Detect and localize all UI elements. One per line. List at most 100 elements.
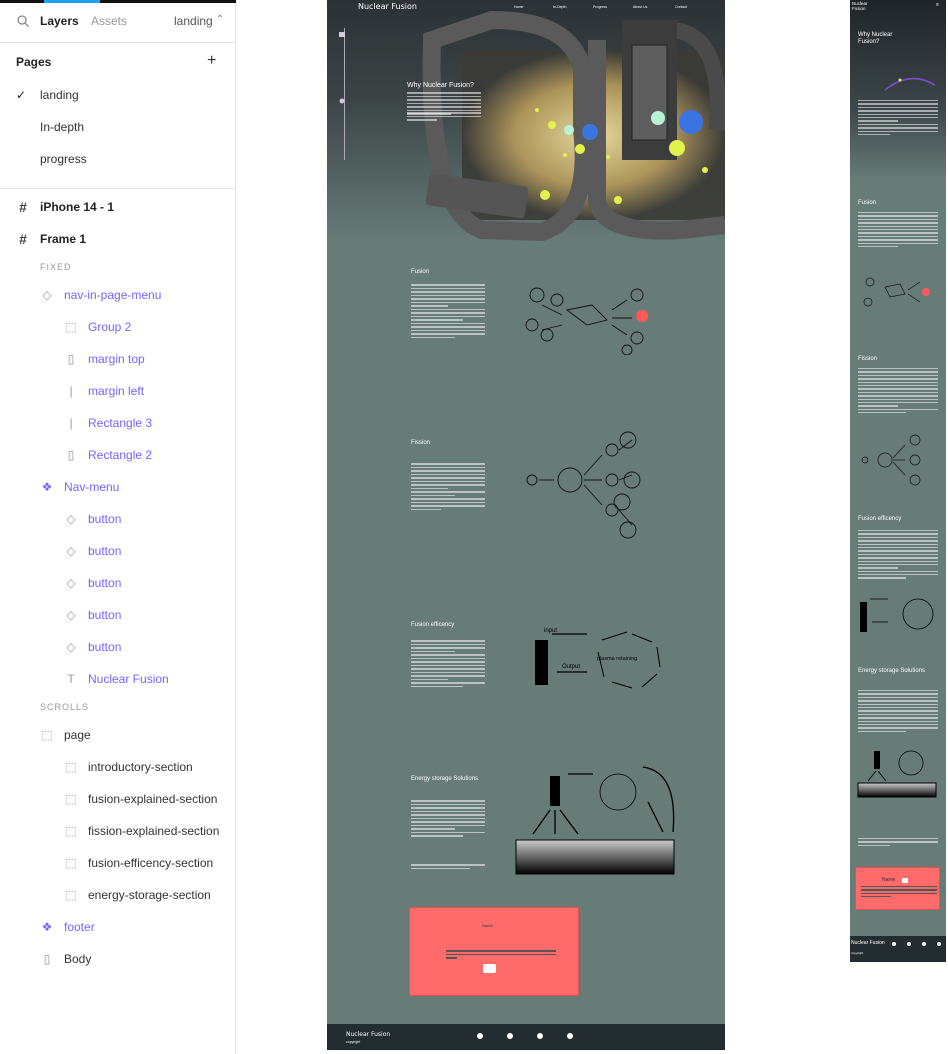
nav-about[interactable]: About Us bbox=[633, 5, 647, 9]
layer-button[interactable]: ◇ button bbox=[64, 639, 230, 659]
layer-introductory-section[interactable]: ⬚ introductory-section bbox=[64, 759, 230, 779]
group-icon: ⬚ bbox=[65, 856, 77, 870]
instagram-icon[interactable] bbox=[907, 942, 911, 946]
rectangle-icon: ▯ bbox=[67, 352, 75, 366]
layer-label: button bbox=[88, 576, 122, 590]
facebook-icon[interactable] bbox=[477, 1033, 483, 1039]
tab-layers[interactable]: Layers bbox=[40, 14, 79, 28]
component-instance-icon: ◇ bbox=[66, 608, 76, 622]
mobile-card-text bbox=[861, 886, 937, 898]
layer-rectangle-2[interactable]: ▯ Rectangle 2 bbox=[64, 447, 230, 467]
page-item-progress[interactable]: progress bbox=[40, 152, 87, 166]
mobile-frame[interactable]: Nuclear Fusion ≡ Why Nuclear Fusion? Fus… bbox=[850, 0, 946, 962]
layer-label: nav-in-page-menu bbox=[64, 288, 162, 302]
footer: Nuclear Fusion copyright bbox=[327, 1024, 725, 1050]
fusion-efficency-title: Fusion efficency bbox=[411, 622, 455, 628]
nav-contact[interactable]: Contact bbox=[675, 5, 687, 9]
instagram-icon[interactable] bbox=[507, 1033, 513, 1039]
play-button-icon[interactable] bbox=[483, 964, 496, 973]
youtube-icon[interactable] bbox=[937, 942, 941, 946]
component-instance-icon: ◇ bbox=[66, 544, 76, 558]
menu-icon[interactable] bbox=[339, 32, 345, 38]
layer-button[interactable]: ◇ button bbox=[64, 511, 230, 531]
layer-label: fusion-efficency-section bbox=[88, 856, 214, 870]
mobile-fission-title: Fission bbox=[858, 356, 878, 362]
line-icon: | bbox=[69, 416, 73, 430]
layer-button[interactable]: ◇ button bbox=[64, 543, 230, 563]
layer-energy-storage-section[interactable]: ⬚ energy-storage-section bbox=[64, 887, 230, 907]
pages-title: Pages bbox=[16, 55, 52, 69]
rectangle-icon: ▯ bbox=[67, 448, 75, 462]
layer-button[interactable]: ◇ button bbox=[64, 607, 230, 627]
tab-assets[interactable]: Assets bbox=[91, 14, 127, 28]
layer-label: button bbox=[88, 512, 122, 526]
layer-nuclear-fusion-text[interactable]: T Nuclear Fusion bbox=[64, 671, 230, 691]
layer-page[interactable]: ⬚ page bbox=[40, 727, 230, 747]
layer-label: Body bbox=[64, 952, 92, 966]
layer-iphone-frame[interactable]: # iPhone 14 - 1 bbox=[16, 199, 226, 219]
component-instance-icon: ◇ bbox=[66, 640, 76, 654]
layer-group-2[interactable]: ⬚ Group 2 bbox=[64, 319, 230, 339]
layer-nav-in-page-menu[interactable]: ◇ nav-in-page-menu bbox=[40, 287, 230, 307]
layer-label: Rectangle 3 bbox=[88, 416, 153, 430]
layer-nav-menu[interactable]: ❖ Nav-menu bbox=[40, 479, 230, 499]
fixed-header: FIXED bbox=[40, 262, 72, 272]
twitter-icon[interactable] bbox=[537, 1033, 543, 1039]
component-instance-icon: ◇ bbox=[66, 512, 76, 526]
search-icon[interactable] bbox=[16, 14, 30, 28]
layer-rectangle-3[interactable]: | Rectangle 3 bbox=[64, 415, 230, 435]
layer-footer[interactable]: ❖ footer bbox=[40, 919, 230, 939]
card-text bbox=[446, 950, 556, 959]
layer-body[interactable]: ▯ Body bbox=[40, 951, 230, 971]
mobile-footer-copyright: copyright bbox=[851, 951, 864, 955]
footer-brand[interactable]: Nuclear Fusion bbox=[346, 1031, 390, 1038]
add-page-icon[interactable]: + bbox=[207, 52, 216, 70]
line-icon: | bbox=[69, 384, 73, 398]
mobile-fusion-diagram bbox=[863, 277, 930, 307]
in-page-menu[interactable] bbox=[337, 28, 345, 160]
component-icon: ❖ bbox=[41, 920, 53, 934]
card-title: Name bbox=[482, 923, 493, 928]
twitter-icon[interactable] bbox=[922, 942, 926, 946]
layer-label: energy-storage-section bbox=[88, 888, 211, 902]
play-button-icon[interactable] bbox=[902, 878, 908, 883]
mobile-contact-card: Name bbox=[855, 867, 940, 910]
layer-label: margin left bbox=[88, 384, 145, 398]
chevron-up-icon[interactable]: ⌃ bbox=[216, 14, 224, 25]
layer-margin-top[interactable]: ▯ margin top bbox=[64, 351, 230, 371]
layer-label: Frame 1 bbox=[40, 232, 87, 246]
mobile-footer-brand[interactable]: Nuclear Fusion bbox=[851, 940, 885, 946]
hamburger-icon[interactable]: ≡ bbox=[936, 2, 939, 8]
frame-icon: # bbox=[19, 199, 27, 215]
contact-card: Name bbox=[409, 907, 579, 996]
output-label: Output bbox=[562, 664, 580, 670]
layer-fusion-explained-section[interactable]: ⬚ fusion-explained-section bbox=[64, 791, 230, 811]
facebook-icon[interactable] bbox=[892, 942, 896, 946]
page-item-landing[interactable]: landing bbox=[40, 88, 79, 102]
layer-button[interactable]: ◇ button bbox=[64, 575, 230, 595]
layers-panel: Layers Assets landing ⌃ Pages + ✓ landin… bbox=[0, 0, 236, 1054]
reactor-illustration bbox=[422, 10, 725, 242]
fission-diagram bbox=[526, 431, 641, 539]
panel-tabs: Layers Assets landing ⌃ bbox=[0, 10, 236, 34]
energy-storage-title: Energy storage Solutions bbox=[411, 776, 479, 782]
layer-fusion-efficency-section[interactable]: ⬚ fusion-efficency-section bbox=[64, 855, 230, 875]
layer-fission-explained-section[interactable]: ⬚ fission-explained-section bbox=[64, 823, 230, 843]
gear-icon[interactable] bbox=[339, 98, 345, 104]
page-item-in-depth[interactable]: In-depth bbox=[40, 120, 84, 134]
nav-progress[interactable]: Progress bbox=[593, 5, 607, 9]
layer-label: iPhone 14 - 1 bbox=[40, 200, 115, 214]
mobile-footer: Nuclear Fusion copyright bbox=[850, 936, 946, 962]
nav-in-depth[interactable]: In-Depth bbox=[553, 5, 566, 9]
desktop-frame[interactable]: Nuclear Fusion Home In-Depth Progress Ab… bbox=[327, 0, 725, 1050]
layer-label: fission-explained-section bbox=[88, 824, 220, 838]
brand-logo[interactable]: Nuclear Fusion bbox=[358, 2, 417, 11]
youtube-icon[interactable] bbox=[567, 1033, 573, 1039]
layer-margin-left[interactable]: | margin left bbox=[64, 383, 230, 403]
plasma-label: plasma retaining bbox=[597, 656, 637, 662]
mobile-brand[interactable]: Nuclear Fusion bbox=[852, 1, 882, 11]
nav-home[interactable]: Home bbox=[514, 5, 523, 9]
current-page-selector[interactable]: landing bbox=[174, 14, 213, 28]
layer-frame-1[interactable]: # Frame 1 bbox=[16, 231, 226, 251]
fusion-diagram bbox=[525, 287, 648, 355]
